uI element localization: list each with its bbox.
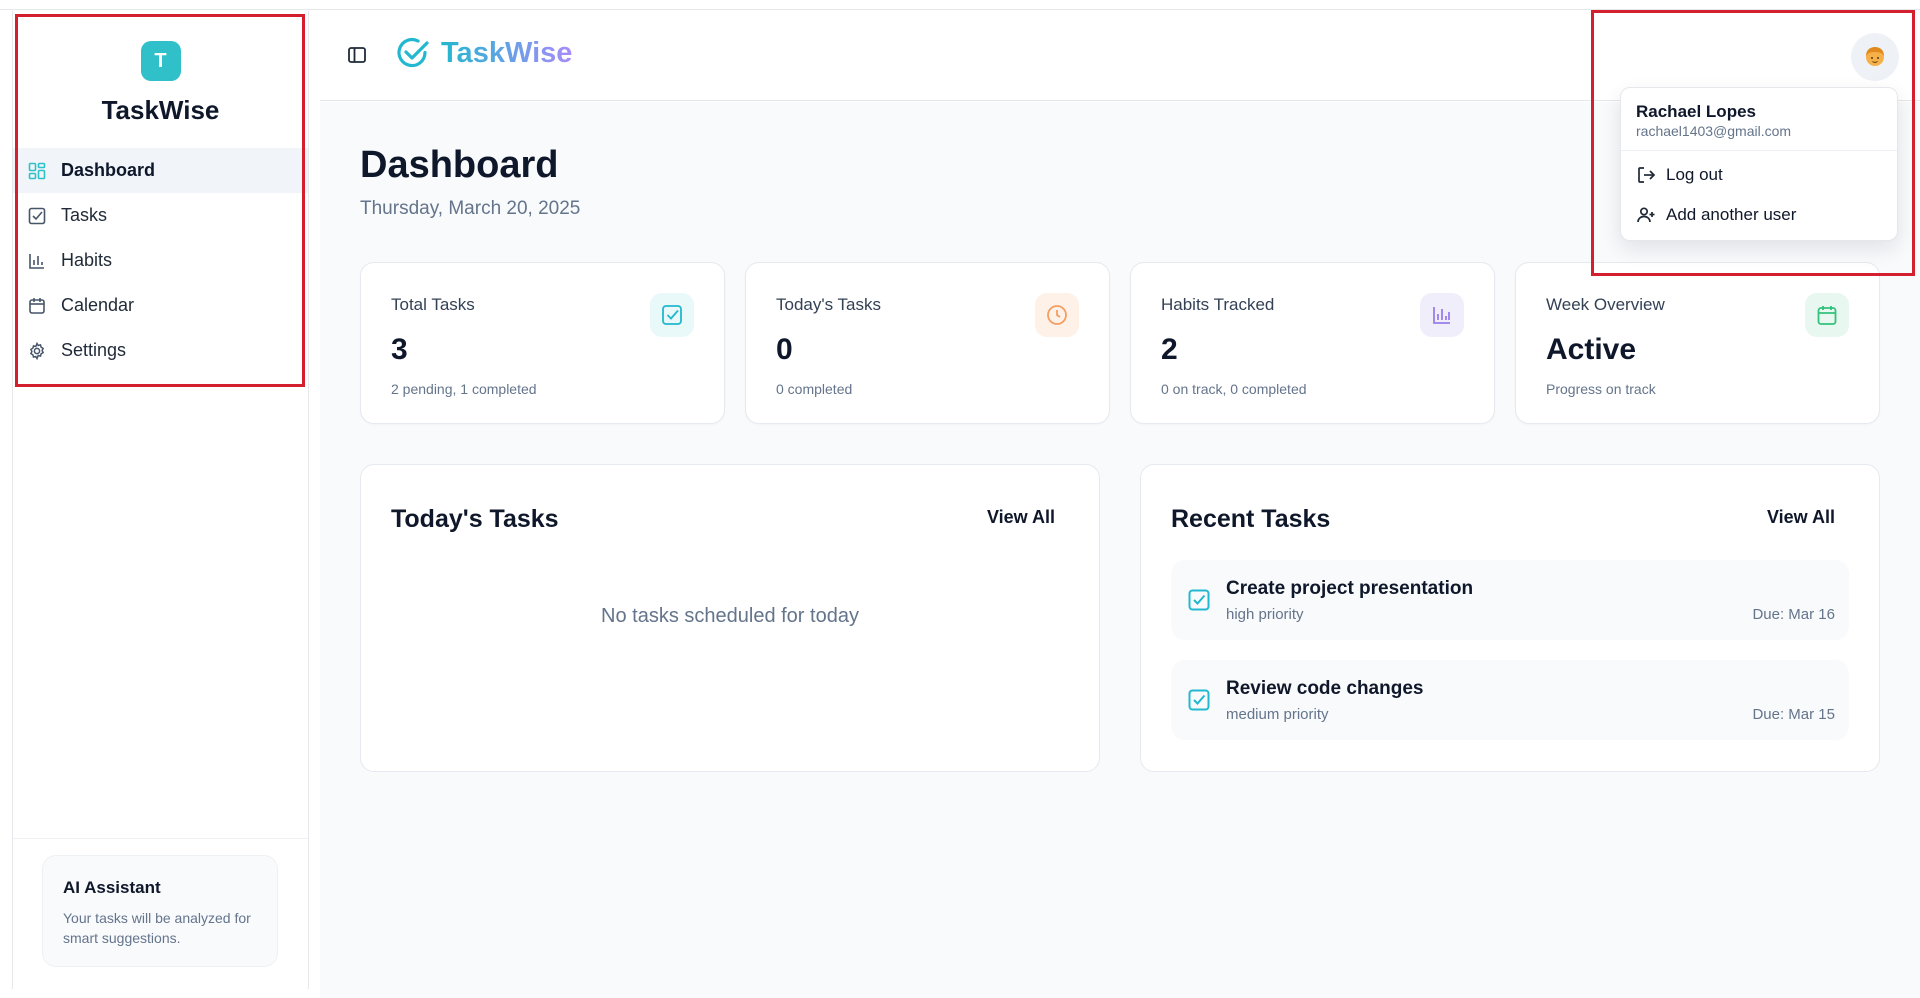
sidebar-item-settings[interactable]: Settings: [13, 328, 308, 373]
sidebar-brand: T TaskWise: [13, 41, 308, 126]
sidebar-item-tasks[interactable]: Tasks: [13, 193, 308, 238]
add-user-menu-item[interactable]: Add another user: [1636, 200, 1796, 230]
stat-value: 2: [1161, 333, 1178, 366]
sidebar-item-dashboard[interactable]: Dashboard: [13, 148, 308, 193]
stat-card-todays-tasks: Today's Tasks 0 0 completed: [745, 262, 1110, 424]
todays-tasks-panel: Today's Tasks View All No tasks schedule…: [360, 464, 1100, 772]
task-title: Review code changes: [1226, 678, 1424, 699]
calendar-icon: [27, 296, 47, 316]
ai-assistant-description: Your tasks will be analyzed for smart su…: [63, 910, 251, 946]
stat-value: 0: [776, 333, 793, 366]
log-out-icon: [1638, 167, 1656, 183]
brand-name: TaskWise: [101, 95, 220, 125]
stat-label: Total Tasks: [391, 295, 475, 314]
sidebar: T TaskWise Dashboard Tasks Habits Calend…: [12, 11, 309, 989]
stat-card-total-tasks: Total Tasks 3 2 pending, 1 completed: [360, 262, 725, 424]
sidebar-toggle-button[interactable]: [347, 45, 369, 67]
brand-badge-icon: T: [140, 41, 181, 81]
check-square-icon: [27, 206, 47, 226]
user-dropdown-menu: Rachael Lopes rachael1403@gmail.com Log …: [1620, 87, 1898, 241]
page-date: Thursday, March 20, 2025: [360, 198, 581, 219]
stat-label: Week Overview: [1546, 295, 1665, 314]
stat-card-week-overview: Week Overview Active Progress on track: [1515, 262, 1880, 424]
empty-state-text: No tasks scheduled for today: [601, 605, 859, 627]
header-logo[interactable]: TaskWise: [395, 35, 572, 71]
check-square-icon: [650, 293, 694, 337]
user-email: rachael1403@gmail.com: [1636, 123, 1792, 139]
view-all-recent-button[interactable]: View All: [1767, 507, 1835, 528]
sidebar-item-label: Tasks: [61, 205, 108, 225]
task-priority: medium priority: [1226, 706, 1329, 723]
user-avatar-icon: [1866, 47, 1884, 66]
ai-assistant-card: AI Assistant Your tasks will be analyzed…: [42, 855, 278, 967]
sidebar-item-habits[interactable]: Habits: [13, 238, 308, 283]
stat-label: Today's Tasks: [776, 295, 881, 314]
stat-card-habits-tracked: Habits Tracked 2 0 on track, 0 completed: [1130, 262, 1495, 424]
stat-subtext: Progress on track: [1546, 381, 1656, 397]
grid-icon: [27, 161, 47, 181]
stat-subtext: 2 pending, 1 completed: [391, 381, 537, 397]
stat-label: Habits Tracked: [1161, 295, 1275, 314]
calendar-icon: [1805, 293, 1849, 337]
sidebar-item-calendar[interactable]: Calendar: [13, 283, 308, 328]
menu-item-label: Log out: [1666, 165, 1723, 184]
user-plus-icon: [1637, 207, 1655, 223]
stat-subtext: 0 completed: [776, 381, 853, 397]
sidebar-item-label: Settings: [61, 340, 127, 360]
check-square-icon: [1188, 689, 1210, 711]
page-title: Dashboard: [360, 144, 559, 186]
check-circle-logo-icon: [397, 37, 429, 68]
logo-text: TaskWise: [441, 36, 573, 69]
bar-chart-icon: [1420, 293, 1464, 337]
window-top-edge: [0, 0, 1920, 10]
bar-chart-icon: [27, 251, 47, 271]
user-name: Rachael Lopes: [1636, 102, 1756, 121]
recent-task-item[interactable]: Review code changes medium priority Due:…: [1171, 660, 1849, 740]
recent-tasks-panel: Recent Tasks View All Create project pre…: [1140, 464, 1880, 772]
task-title: Create project presentation: [1226, 578, 1474, 599]
clock-icon: [1035, 293, 1079, 337]
check-square-icon: [1188, 589, 1210, 611]
sidebar-item-label: Calendar: [61, 295, 135, 315]
stat-subtext: 0 on track, 0 completed: [1161, 381, 1307, 397]
sidebar-divider: [13, 838, 308, 839]
task-priority: high priority: [1226, 606, 1304, 623]
sidebar-item-label: Habits: [61, 250, 113, 270]
menu-divider: [1621, 150, 1897, 151]
gear-icon: [27, 341, 47, 361]
logout-menu-item[interactable]: Log out: [1636, 160, 1723, 190]
user-avatar-button[interactable]: [1851, 33, 1899, 81]
sidebar-item-label: Dashboard: [61, 160, 156, 180]
ai-assistant-title: AI Assistant: [63, 878, 161, 897]
task-due-date: Due: Mar 16: [1752, 606, 1835, 623]
panel-left-icon: [348, 47, 366, 63]
sidebar-nav: Dashboard Tasks Habits Calendar Settings: [13, 148, 308, 373]
panel-title: Recent Tasks: [1171, 505, 1331, 533]
recent-task-item[interactable]: Create project presentation high priorit…: [1171, 560, 1849, 640]
menu-item-label: Add another user: [1666, 205, 1797, 224]
panel-title: Today's Tasks: [391, 505, 559, 533]
stat-value: Active: [1546, 333, 1637, 366]
view-all-today-button[interactable]: View All: [987, 507, 1055, 528]
task-due-date: Due: Mar 15: [1752, 706, 1835, 723]
stat-value: 3: [391, 333, 408, 366]
